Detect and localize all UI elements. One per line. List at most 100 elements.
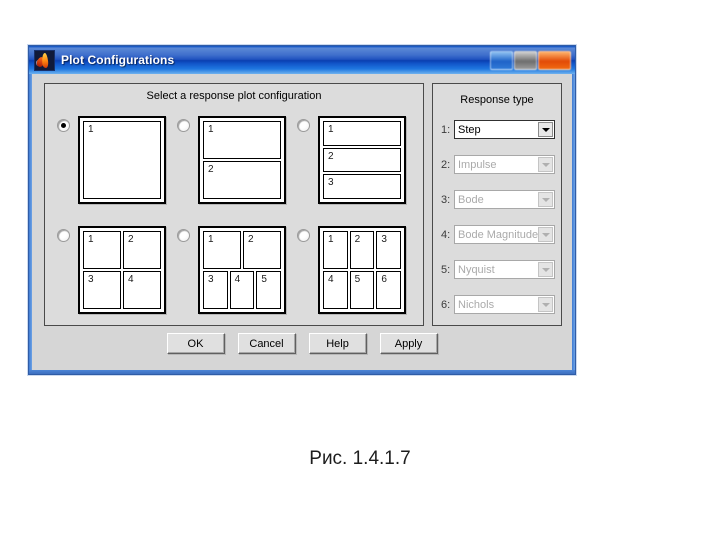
window-controls [490,50,571,70]
config-option-1[interactable]: 1 [57,116,166,204]
thumb-pane: 4 [323,271,348,309]
ok-button[interactable]: OK [166,333,225,354]
pane-label: 4 [234,274,241,285]
thumb-pane: 4 [123,271,161,309]
response-index-4: 4: [441,228,451,241]
plot-configurations-window: Plot Configurations Select a response pl… [28,45,576,375]
pane-label: 3 [381,234,387,245]
response-select-5: Nyquist [454,260,555,279]
config-radio-6[interactable] [297,229,310,242]
chevron-down-icon [538,227,553,242]
dialog-client-area: Select a response plot configuration 1 1… [32,74,572,370]
thumb-pane: 3 [83,271,121,309]
config-group-panel: Select a response plot configuration 1 1… [44,83,424,326]
response-index-1: 1: [441,123,451,136]
pane-label: 3 [208,274,214,285]
dialog-button-bar: OK Cancel Help Apply [32,333,572,354]
response-row-3: 3: Bode [441,190,555,209]
thumb-pane: 3 [203,271,228,309]
thumb-pane: 5 [349,271,375,309]
pane-label: 2 [354,234,361,245]
response-value-3: Bode [458,193,484,206]
response-panel-title: Response type [460,94,534,106]
config-thumb-6[interactable]: 1 2 3 4 5 6 [318,226,406,314]
response-select-4: Bode Magnitude [454,225,555,244]
config-radio-2[interactable] [177,119,190,132]
response-select-3: Bode [454,190,555,209]
window-title: Plot Configurations [61,53,175,67]
window-titlebar[interactable]: Plot Configurations [29,46,575,74]
thumb-pane: 3 [323,174,401,200]
thumb-pane: 1 [83,121,161,199]
thumb-pane: 1 [203,231,241,269]
chevron-down-icon[interactable] [538,122,553,137]
pane-label: 5 [261,274,267,285]
pane-label: 5 [354,274,361,285]
pane-label: 1 [208,124,214,135]
response-row-5: 5: Nyquist [441,260,555,279]
pane-label: 2 [328,150,334,162]
config-thumb-3[interactable]: 1 2 3 [318,116,406,204]
pane-label: 2 [248,234,254,245]
help-button[interactable]: Help [308,333,367,354]
close-button[interactable] [538,50,571,70]
pane-label: 4 [128,274,134,285]
response-index-3: 3: [441,193,451,206]
thumb-pane: 3 [376,231,402,269]
thumb-pane: 2 [349,231,375,269]
pane-label: 1 [328,124,334,135]
pane-label: 1 [88,234,94,245]
config-option-2[interactable]: 1 2 [177,116,286,204]
config-option-6[interactable]: 1 2 3 4 5 6 [297,226,406,314]
window-border-bottom [29,370,575,374]
config-radio-5[interactable] [177,229,190,242]
config-option-4[interactable]: 1 2 3 4 [57,226,166,314]
config-thumb-2[interactable]: 1 2 [198,116,286,204]
config-radio-3[interactable] [297,119,310,132]
chevron-down-icon [538,157,553,172]
maximize-button[interactable] [514,50,537,70]
chevron-down-icon [538,297,553,312]
pane-label: 1 [328,234,334,245]
thumb-pane: 4 [229,271,255,309]
pane-label: 2 [128,234,134,245]
thumb-pane: 1 [323,121,401,146]
config-radio-4[interactable] [57,229,70,242]
config-thumb-5[interactable]: 1 2 3 4 5 [198,226,286,314]
minimize-button[interactable] [490,50,513,70]
config-panel-title: Select a response plot configuration [146,90,322,102]
response-select-1[interactable]: Step [454,120,555,139]
pane-label: 2 [208,164,214,175]
config-option-3[interactable]: 1 2 3 [297,116,406,204]
pane-label: 3 [88,274,94,285]
pane-label: 1 [88,124,94,135]
thumb-pane: 1 [83,231,121,269]
thumb-pane: 2 [243,231,281,269]
response-select-2: Impulse [454,155,555,174]
config-radio-1[interactable] [57,119,70,132]
pane-label: 1 [208,234,214,245]
pane-label: 6 [381,274,387,285]
thumb-pane: 5 [256,271,282,309]
config-thumb-4[interactable]: 1 2 3 4 [78,226,166,314]
response-row-6: 6: Nichols [441,295,555,314]
thumb-pane: 1 [203,121,281,159]
response-index-2: 2: [441,158,451,171]
config-thumb-1[interactable]: 1 [78,116,166,204]
response-value-4: Bode Magnitude [458,228,538,241]
response-row-4: 4: Bode Magnitude [441,225,555,244]
response-row-1: 1: Step [441,120,555,139]
pane-label: 4 [328,274,334,285]
response-row-2: 2: Impulse [441,155,555,174]
thumb-pane: 2 [323,147,401,173]
thumb-pane: 2 [203,161,281,199]
response-index-6: 6: [441,298,451,311]
chevron-down-icon [538,192,553,207]
pane-label: 3 [328,177,334,189]
chevron-down-icon [538,262,553,277]
figure-caption: Рис. 1.4.1.7 [309,448,411,469]
cancel-button[interactable]: Cancel [237,333,296,354]
apply-button[interactable]: Apply [379,333,438,354]
thumb-pane: 6 [376,271,402,309]
config-option-5[interactable]: 1 2 3 4 5 [177,226,286,314]
